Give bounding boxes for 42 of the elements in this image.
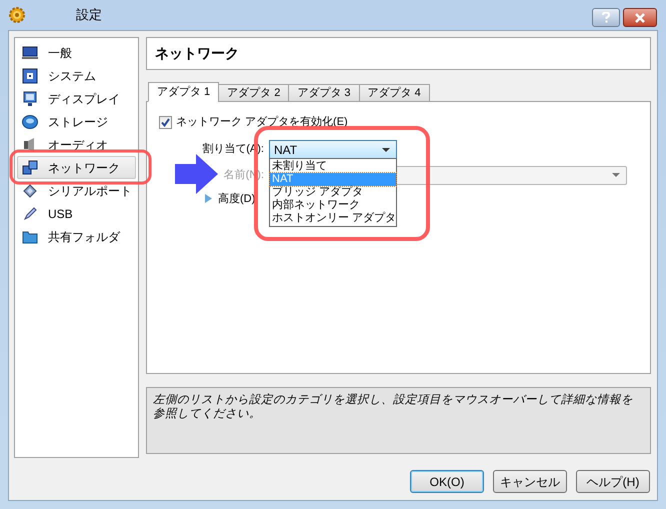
disk-icon	[22, 114, 38, 130]
sidebar-item[interactable]: シリアルポート	[17, 179, 136, 202]
tab[interactable]: アダプタ 4	[358, 84, 430, 102]
tab[interactable]: アダプタ 3	[288, 84, 360, 102]
info-text: 左側のリストから設定のカテゴリを選択し、設定項目をマウスオーバーして詳細な情報を参照してください。	[146, 387, 651, 454]
help-icon	[602, 12, 610, 23]
help-button[interactable]	[592, 8, 620, 27]
sidebar-item[interactable]: ストレージ	[17, 110, 136, 133]
checkbox-label: ネットワーク アダプタを有効化(E)	[176, 114, 348, 130]
sidebar-item[interactable]: ネットワーク	[17, 156, 136, 179]
sidebar-item[interactable]: USB	[17, 202, 136, 225]
sidebar-item[interactable]: オーディオ	[17, 133, 136, 156]
panel-header: ネットワーク	[146, 37, 651, 70]
tab[interactable]: アダプタ 2	[218, 84, 290, 102]
tab[interactable]: アダプタ 1	[148, 82, 220, 102]
monitor-icon	[22, 44, 38, 60]
checkbox[interactable]	[159, 116, 172, 129]
connector-icon	[22, 182, 38, 198]
dropdown-option[interactable]: ブリッジ アダプタ	[270, 186, 396, 199]
dropdown-option[interactable]: ホストオンリー アダプタ	[270, 212, 396, 225]
dialog-button[interactable]: ヘルプ(H)	[576, 470, 650, 493]
dropdown-option[interactable]: 内部ネットワーク	[270, 199, 396, 212]
chip-icon	[22, 68, 38, 84]
sidebar-item[interactable]: 一般	[17, 41, 136, 64]
display-icon	[22, 90, 38, 106]
caret-icon	[612, 173, 620, 177]
window-title: 設定	[76, 6, 102, 24]
network-icon	[22, 160, 38, 176]
arrow-icon	[175, 154, 218, 194]
caret-icon	[382, 148, 390, 152]
sidebar-item[interactable]: ディスプレイ	[17, 87, 136, 110]
pen-icon	[22, 206, 38, 222]
gear-icon	[8, 6, 26, 24]
close-icon	[634, 12, 646, 22]
dialog-button[interactable]: OK(O)	[410, 470, 484, 493]
folder-icon	[22, 228, 38, 244]
sidebar-item[interactable]: 共有フォルダ	[17, 225, 136, 248]
dropdown-option[interactable]: 未割り当て	[270, 160, 396, 173]
sidebar-item[interactable]: システム	[17, 64, 136, 87]
close-button[interactable]	[623, 8, 657, 27]
triangle-right-icon	[205, 194, 212, 204]
dialog-button[interactable]: キャンセル	[493, 470, 567, 493]
